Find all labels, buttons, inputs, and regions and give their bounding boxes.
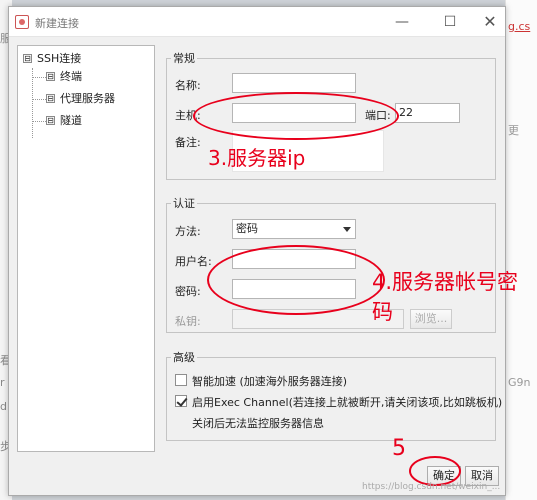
tree-line — [32, 68, 33, 138]
app-icon — [15, 15, 29, 29]
close-button[interactable]: ✕ — [469, 7, 511, 37]
exec-channel-checkbox[interactable] — [175, 395, 187, 407]
exec-channel-note: 关闭后无法监控服务器信息 — [192, 417, 324, 430]
dialog-title: 新建连接 — [35, 17, 79, 30]
tree-line — [32, 99, 46, 100]
method-label: 方法: — [175, 225, 201, 238]
tree-item-tunnel[interactable]: ⊟ 隧道 — [46, 113, 82, 129]
tree-item-ssh[interactable]: ⊟ SSH连接 — [23, 51, 81, 67]
annotation-host-ellipse — [193, 92, 399, 140]
tree-line — [32, 121, 46, 122]
annotation-step3: 3.服务器ip — [208, 146, 306, 170]
tree-item-label: 代理服务器 — [60, 92, 115, 105]
background-link: g.cs — [508, 20, 531, 33]
watermark: https://blog.csdn.net/weixin_... — [362, 482, 501, 492]
settings-tree: ⊟ SSH连接 ⊟ 终端 ⊟ 代理服务器 ⊟ 隧道 — [17, 45, 155, 452]
group-title: 高级 — [173, 351, 195, 364]
tree-item-label: SSH连接 — [37, 52, 82, 65]
collapse-icon[interactable]: ⊟ — [23, 53, 32, 63]
collapse-icon[interactable]: ⊟ — [46, 115, 55, 125]
smart-accel-checkbox[interactable] — [175, 374, 187, 386]
collapse-icon[interactable]: ⊟ — [46, 71, 55, 81]
method-select[interactable]: 密码 — [232, 219, 356, 239]
maximize-button[interactable]: ☐ — [429, 7, 471, 37]
background-text: d — [0, 400, 7, 413]
name-input[interactable] — [232, 73, 356, 93]
username-label: 用户名: — [175, 255, 212, 268]
chevron-down-icon — [343, 227, 351, 232]
minimize-button[interactable]: — — [381, 7, 423, 37]
group-title: 常规 — [173, 52, 195, 65]
private-key-label: 私钥: — [175, 315, 201, 328]
title-bar: 新建连接 — ☐ ✕ — [9, 7, 505, 37]
background-text: G9n — [508, 376, 531, 389]
annotation-step5: 5 — [392, 436, 406, 461]
group-title: 认证 — [173, 197, 195, 210]
method-select-value: 密码 — [236, 222, 258, 235]
note-label: 备注: — [175, 136, 201, 149]
browse-button[interactable]: 浏览... — [410, 309, 452, 329]
port-input[interactable]: 22 — [395, 103, 460, 123]
password-label: 密码: — [175, 285, 201, 298]
annotation-step4: 4.服务器帐号密 — [372, 270, 519, 294]
annotation-credentials-ellipse — [207, 245, 385, 315]
background-right-strip: g.cs 更 G9n — [505, 0, 537, 500]
tree-item-label: 隧道 — [60, 114, 82, 127]
annotation-step4-cont: 码 — [372, 300, 393, 324]
exec-channel-label: 启用Exec Channel(若连接上就被断开,请关闭该项,比如跳板机) — [192, 396, 503, 409]
tree-item-label: 终端 — [60, 70, 82, 83]
tree-item-proxy[interactable]: ⊟ 代理服务器 — [46, 91, 115, 107]
tree-line — [32, 77, 46, 78]
collapse-icon[interactable]: ⊟ — [46, 93, 55, 103]
smart-accel-label: 智能加速 (加速海外服务器连接) — [192, 375, 348, 388]
name-label: 名称: — [175, 79, 201, 92]
background-text: r — [0, 376, 5, 389]
background-text: 更 — [508, 124, 519, 137]
tree-item-terminal[interactable]: ⊟ 终端 — [46, 69, 82, 85]
